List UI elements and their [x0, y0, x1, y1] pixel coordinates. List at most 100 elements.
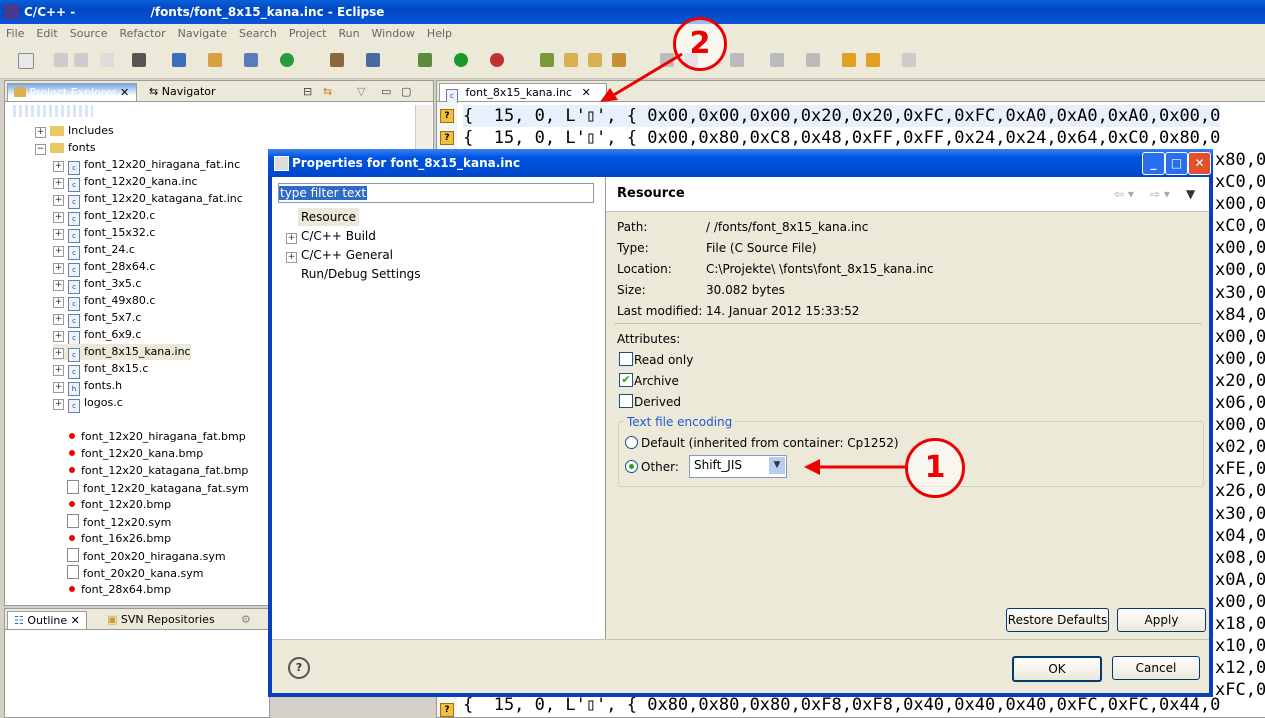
chevron-down-icon[interactable]: ▼ — [769, 457, 785, 474]
new-project-icon[interactable] — [172, 53, 186, 67]
code-line-fragment[interactable]: x10,0 — [1215, 635, 1265, 657]
code-line-fragment[interactable]: xC0,0 — [1215, 171, 1265, 193]
code-line-fragment[interactable]: x00,0 — [1215, 237, 1265, 259]
expand-icon[interactable]: + — [53, 348, 64, 359]
expand-icon[interactable]: + — [53, 178, 64, 189]
menu-edit[interactable]: Edit — [30, 24, 63, 40]
code-line-fragment[interactable]: x04,0 — [1215, 525, 1265, 547]
menu-help[interactable]: Help — [421, 24, 458, 40]
close-icon[interactable]: ✕ — [71, 614, 80, 627]
menu-refactor[interactable]: Refactor — [114, 24, 172, 40]
expand-icon[interactable]: + — [286, 233, 297, 244]
code-line-fragment[interactable]: xFC,0 — [1215, 679, 1265, 701]
expand-icon[interactable]: + — [286, 252, 297, 263]
tree-item[interactable]: font_20x20_hiragana.sym — [67, 548, 226, 564]
code-line-fragment[interactable]: x06,0 — [1215, 392, 1265, 414]
code-line-fragment[interactable]: x80,0 — [1215, 149, 1265, 171]
tree-item[interactable]: + c font_6x9.c — [53, 327, 141, 345]
tree-item[interactable]: + c font_5x7.c — [53, 310, 141, 328]
code-line-fragment[interactable]: x20,0 — [1215, 370, 1265, 392]
view-menu-icon[interactable]: ⚙ — [241, 611, 251, 628]
code-line-fragment[interactable]: x00,0 — [1215, 348, 1265, 370]
tree-item[interactable]: font_28x64.bmp — [67, 582, 171, 598]
maximize-icon[interactable]: ▢ — [401, 83, 411, 100]
link-editor-icon[interactable]: ⇆ — [323, 83, 332, 100]
tree-item[interactable]: + c font_12x20_hiragana_fat.inc — [53, 157, 240, 175]
tree-item[interactable]: + c font_49x80.c — [53, 293, 155, 311]
code-line[interactable]: { 15, 0, L'▯', { 0x00,0x00,0x00,0x20,0x2… — [463, 105, 1221, 127]
menu-window[interactable]: Window — [366, 24, 421, 40]
code-line-fragment[interactable]: x00,0 — [1215, 326, 1265, 348]
tree-item[interactable]: font_12x20_katagana_fat.bmp — [67, 463, 248, 479]
close-icon[interactable]: ✕ — [120, 86, 129, 99]
warning-marker-icon[interactable]: ? — [440, 109, 454, 123]
code-line-fragment[interactable]: x00,0 — [1215, 591, 1265, 613]
tree-item[interactable]: + c font_3x5.c — [53, 276, 141, 294]
cancel-button[interactable]: Cancel — [1112, 656, 1200, 680]
new-file-icon[interactable] — [244, 53, 258, 67]
back-icon[interactable]: ⇦ ▾ — [1114, 186, 1134, 202]
code-line-fragment[interactable]: x30,0 — [1215, 503, 1265, 525]
warning-marker-icon[interactable]: ? — [440, 131, 454, 145]
filter-input[interactable]: type filter text — [278, 183, 594, 203]
code-line[interactable]: { 15, 0, L'▯', { 0x80,0x80,0x80,0xF8,0xF… — [463, 694, 1220, 716]
close-icon[interactable]: ✕ — [582, 86, 591, 99]
forward-icon[interactable]: ⇨ ▾ — [1150, 186, 1170, 202]
menu-file[interactable]: File — [0, 24, 30, 40]
tree-item[interactable]: font_20x20_kana.sym — [67, 565, 203, 581]
code-line-fragment[interactable]: x26,0 — [1215, 480, 1265, 502]
tree-item[interactable]: + c font_12x20.c — [53, 208, 155, 226]
code-line-fragment[interactable]: xFE,0 — [1215, 458, 1265, 480]
open-element-icon[interactable] — [564, 53, 578, 67]
tree-item[interactable]: font_12x20_hiragana_fat.bmp — [67, 429, 246, 445]
tab-outline[interactable]: ☷ Outline ✕ — [7, 611, 87, 629]
code-line-fragment[interactable]: x0A,0 — [1215, 569, 1265, 591]
save-all-icon[interactable] — [74, 53, 88, 67]
previous-annotation-icon[interactable] — [806, 53, 820, 67]
tree-item[interactable]: + c logos.c — [53, 395, 123, 413]
project-root-blurred[interactable] — [13, 105, 93, 117]
open-type-icon[interactable] — [540, 53, 554, 67]
collapse-icon[interactable]: − — [35, 144, 46, 155]
tree-item[interactable]: font_12x20.sym — [67, 514, 171, 530]
new-class-icon[interactable] — [280, 53, 294, 67]
tab-font-8x15-kana[interactable]: c font_8x15_kana.inc ✕ — [439, 83, 607, 103]
back-icon[interactable] — [866, 53, 880, 67]
encoding-combo[interactable]: Shift_JIS ▼ — [689, 455, 787, 478]
expand-icon[interactable]: + — [53, 331, 64, 342]
tab-navigator[interactable]: ⇆ Navigator — [149, 83, 216, 100]
minimize-button[interactable]: _ — [1142, 152, 1165, 175]
restore-defaults-button[interactable]: Restore Defaults — [1006, 608, 1109, 632]
read-only-checkbox[interactable] — [619, 352, 633, 366]
code-line-fragment[interactable]: x02,0 — [1215, 436, 1265, 458]
menu-run[interactable]: Run — [332, 24, 365, 40]
expand-icon[interactable]: + — [53, 212, 64, 223]
tree-item[interactable]: + h fonts.h — [53, 378, 122, 396]
default-encoding-radio[interactable] — [625, 436, 638, 449]
expand-icon[interactable]: + — [35, 127, 46, 138]
tab-svn-repositories[interactable]: ▣ SVN Repositories — [107, 611, 215, 628]
archive-checkbox[interactable]: ✔ — [619, 373, 633, 387]
show-whitespace-icon[interactable] — [730, 53, 744, 67]
code-line-fragment[interactable]: x08,0 — [1215, 547, 1265, 569]
save-icon[interactable] — [54, 53, 68, 67]
code-line-fragment[interactable]: x00,0 — [1215, 193, 1265, 215]
expand-icon[interactable]: + — [53, 161, 64, 172]
derived-checkbox[interactable] — [619, 394, 633, 408]
expand-icon[interactable]: + — [53, 365, 64, 376]
expand-icon[interactable]: + — [53, 314, 64, 325]
code-line-fragment[interactable]: x18,0 — [1215, 613, 1265, 635]
new-folder-icon[interactable] — [208, 53, 222, 67]
forward-icon[interactable] — [902, 53, 916, 67]
last-edit-icon[interactable] — [842, 53, 856, 67]
run-icon[interactable] — [454, 53, 468, 67]
expand-icon[interactable]: + — [53, 246, 64, 257]
debug-icon[interactable] — [418, 53, 432, 67]
close-button[interactable]: ✕ — [1188, 152, 1211, 175]
tab-project-explorer[interactable]: Project Explorer ✕ — [7, 83, 137, 101]
menu-source[interactable]: Source — [64, 24, 114, 40]
menu-project[interactable]: Project — [283, 24, 333, 40]
apply-button[interactable]: Apply — [1117, 608, 1206, 632]
tree-item[interactable]: + c font_8x15_kana.inc — [53, 344, 191, 362]
expand-icon[interactable]: + — [53, 399, 64, 410]
